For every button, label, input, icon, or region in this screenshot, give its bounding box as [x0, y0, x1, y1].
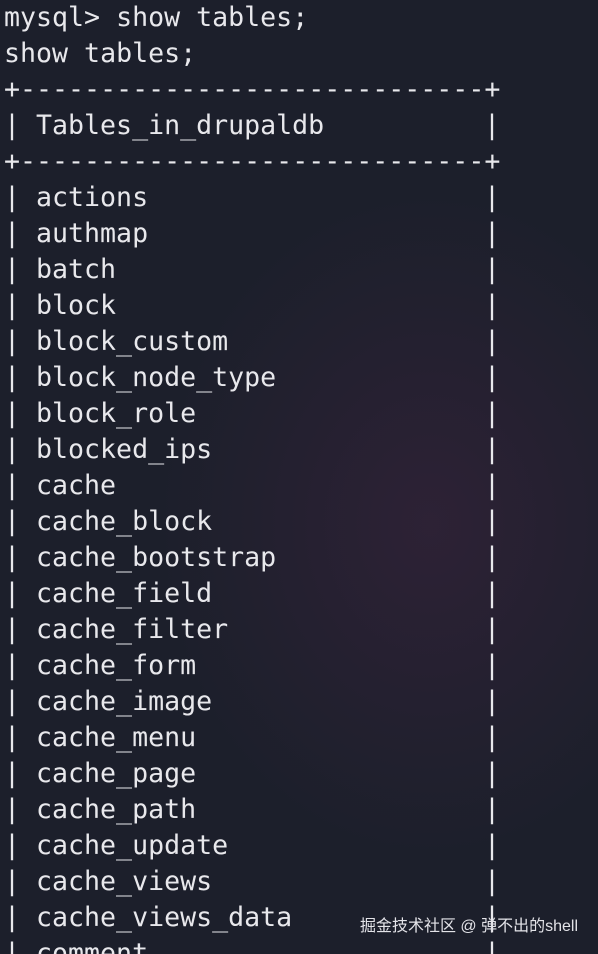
table-row: block_node_type	[36, 362, 277, 393]
row-right-bar: |	[484, 326, 501, 357]
row-right-bar: |	[484, 182, 501, 213]
table-row: block	[36, 290, 117, 321]
row-left-bar: |	[4, 218, 21, 249]
row-left-bar: |	[4, 578, 21, 609]
table-row: authmap	[36, 218, 149, 249]
row-right-bar: |	[484, 218, 501, 249]
table-row: cache_menu	[36, 722, 197, 753]
header-right-bar: |	[484, 110, 501, 141]
row-right-bar: |	[484, 290, 501, 321]
table-header-border: +-----------------------------+	[4, 146, 501, 177]
row-left-bar: |	[4, 614, 21, 645]
row-right-bar: |	[484, 470, 501, 501]
terminal-window: mysql> show tables; show tables; +------…	[0, 0, 598, 954]
row-right-bar: |	[484, 398, 501, 429]
row-left-bar: |	[4, 866, 21, 897]
table-top-border: +-----------------------------+	[4, 74, 501, 105]
row-left-bar: |	[4, 290, 21, 321]
table-row: cache_image	[36, 686, 213, 717]
command-prompt-line: mysql> show tables;	[4, 2, 309, 33]
row-right-bar: |	[484, 506, 501, 537]
table-row: cache_views	[36, 866, 213, 897]
table-row: cache_page	[36, 758, 197, 789]
row-right-bar: |	[484, 578, 501, 609]
row-right-bar: |	[484, 542, 501, 573]
row-left-bar: |	[4, 254, 21, 285]
row-left-bar: |	[4, 434, 21, 465]
row-left-bar: |	[4, 938, 21, 954]
row-left-bar: |	[4, 722, 21, 753]
row-right-bar: |	[484, 686, 501, 717]
row-left-bar: |	[4, 830, 21, 861]
row-left-bar: |	[4, 650, 21, 681]
row-right-bar: |	[484, 758, 501, 789]
table-row: cache_field	[36, 578, 213, 609]
table-row: cache_block	[36, 506, 213, 537]
row-left-bar: |	[4, 326, 21, 357]
table-row: cache_form	[36, 650, 197, 681]
table-row: cache_update	[36, 830, 229, 861]
row-right-bar: |	[484, 362, 501, 393]
row-right-bar: |	[484, 614, 501, 645]
header-left-bar: |	[4, 110, 21, 141]
table-row: comment	[36, 938, 149, 954]
table-row: batch	[36, 254, 117, 285]
row-right-bar: |	[484, 794, 501, 825]
table-row: blocked_ips	[36, 434, 213, 465]
watermark-text: 掘金技术社区 @ 弹不出的shell	[359, 918, 578, 935]
row-left-bar: |	[4, 398, 21, 429]
row-left-bar: |	[4, 542, 21, 573]
table-row: block_custom	[36, 326, 229, 357]
table-row: cache_views_data	[36, 902, 293, 933]
table-row: block_role	[36, 398, 197, 429]
table-row: cache_path	[36, 794, 197, 825]
table-header: Tables_in_drupaldb	[36, 110, 325, 141]
table-row: cache_filter	[36, 614, 229, 645]
row-right-bar: |	[484, 830, 501, 861]
row-right-bar: |	[484, 866, 501, 897]
row-right-bar: |	[484, 434, 501, 465]
row-left-bar: |	[4, 182, 21, 213]
table-row: actions	[36, 182, 149, 213]
command-echo-line: show tables;	[4, 38, 197, 69]
row-left-bar: |	[4, 362, 21, 393]
row-left-bar: |	[4, 506, 21, 537]
row-right-bar: |	[484, 938, 501, 954]
row-left-bar: |	[4, 902, 21, 933]
table-row: cache_bootstrap	[36, 542, 277, 573]
row-left-bar: |	[4, 470, 21, 501]
row-left-bar: |	[4, 686, 21, 717]
table-row: cache	[36, 470, 117, 501]
row-left-bar: |	[4, 758, 21, 789]
row-right-bar: |	[484, 722, 501, 753]
row-right-bar: |	[484, 254, 501, 285]
row-left-bar: |	[4, 794, 21, 825]
row-right-bar: |	[484, 650, 501, 681]
